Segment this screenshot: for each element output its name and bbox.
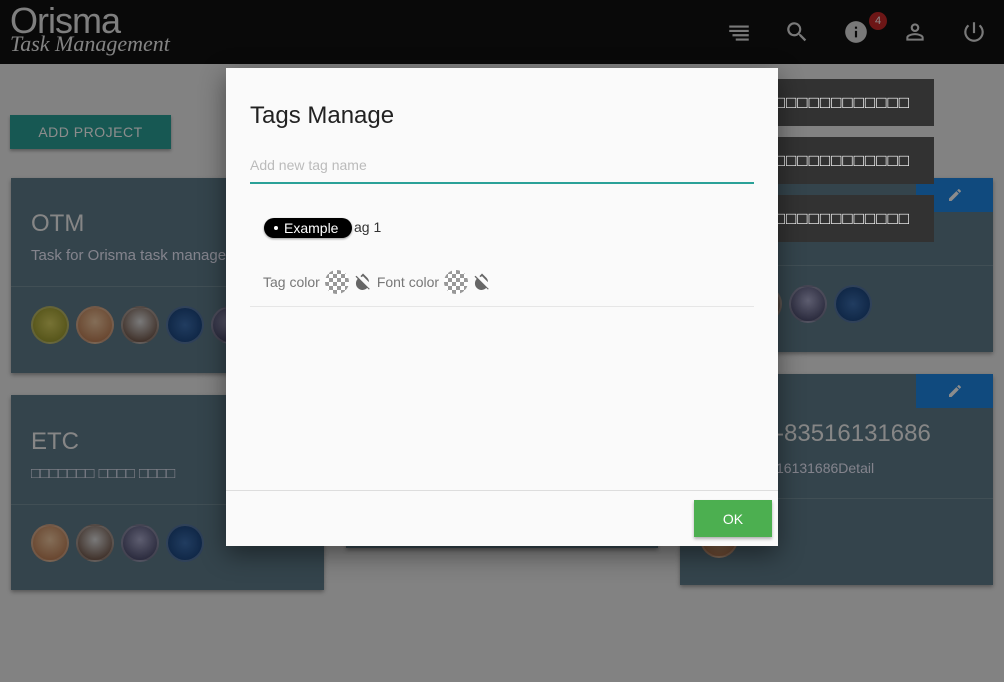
ok-button[interactable]: OK (694, 500, 772, 537)
tag-divider (250, 306, 754, 307)
toast-message: □□□□□□□□□□□□□□□□ (730, 79, 934, 126)
font-color-label: Font color (376, 274, 440, 290)
tag-preview-chip: Example (264, 218, 353, 238)
dialog-footer-divider (226, 490, 778, 491)
toast-message: □□□□□□□□□□□□□□□□ (730, 137, 934, 184)
chip-dot (274, 226, 278, 230)
tag-item[interactable]: ag 1 Example (264, 216, 564, 240)
tag-color-swatch[interactable] (324, 270, 349, 294)
chip-label: Example (284, 220, 339, 236)
invert-colors-off-icon[interactable] (473, 273, 491, 291)
font-color-swatch[interactable] (444, 270, 469, 294)
tags-manage-dialog: Tags Manage ag 1 Example Tag color Font … (226, 68, 778, 546)
tag-color-label: Tag color (263, 274, 320, 290)
toast-message: □□□□□□□□□□□□□□□□ (730, 195, 934, 242)
tag-color-row: Tag color Font color (263, 270, 491, 294)
new-tag-input[interactable] (250, 148, 754, 184)
invert-colors-off-icon[interactable] (354, 273, 372, 291)
dialog-title: Tags Manage (250, 102, 395, 129)
tag-name: ag 1 (354, 219, 382, 235)
